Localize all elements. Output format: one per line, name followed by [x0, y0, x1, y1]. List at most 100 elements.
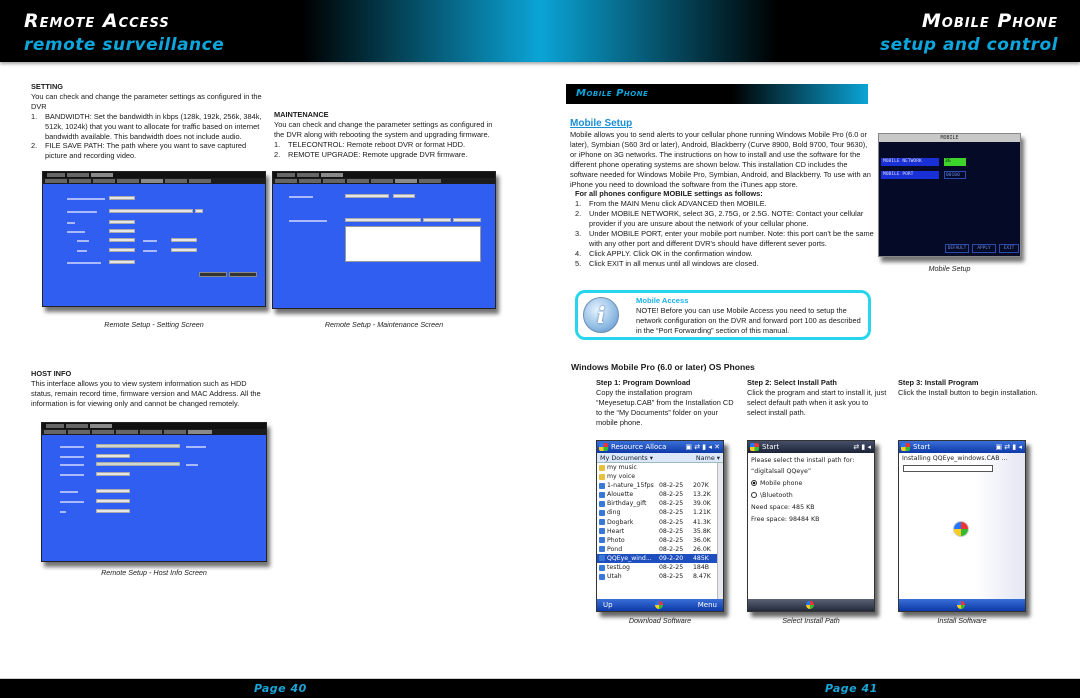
windows-flag-icon	[599, 443, 608, 451]
host-info-screenshot	[41, 422, 267, 562]
windows-flag-icon	[901, 443, 910, 451]
file-size: 184B	[693, 564, 710, 572]
host-info-intro: This interface allows you to view system…	[31, 378, 261, 408]
file-date: 08-2-25	[659, 500, 684, 508]
select-path-caption: Select Install Path	[782, 616, 840, 625]
host-info-caption: Remote Setup - Host Info Screen	[101, 568, 207, 577]
scrollbar	[717, 463, 723, 599]
mobile-config-heading: For all phones configure MOBILE settings…	[575, 189, 763, 199]
download-software-screenshot: Resource Alloca ▣ ⇄ ▮ ◂ ✕ My Documents ▾…	[596, 440, 724, 612]
file-icon	[599, 555, 605, 562]
mobile-network-label: MOBILE NETWORK	[881, 158, 939, 166]
file-icon	[599, 491, 605, 498]
list-item: 3. Under MOBILE PORT, enter your mobile p…	[575, 229, 874, 248]
file-icon	[599, 564, 605, 571]
host-info-section: HOST INFO This interface allows you to v…	[31, 369, 263, 409]
file-name: ding	[607, 509, 621, 517]
status-icons: ⇄ ▮ ◂	[853, 443, 871, 451]
file-list: my music my voice 1-nature_15fps 08-2-25 207…	[597, 463, 717, 581]
mobile-setup-title: Mobile Setup	[570, 118, 633, 129]
file-size: 35.8K	[693, 527, 711, 535]
file-row[interactable]: Heart 08-2-25 35.8K	[597, 527, 717, 536]
mobile-network-value: 3G	[944, 158, 966, 166]
file-size: 41.3K	[693, 518, 711, 526]
file-row[interactable]: 1-nature_15fps 08-2-25 207K	[597, 481, 717, 490]
file-date: 08-2-25	[659, 527, 684, 535]
folder-bar: My Documents ▾ Name ▾	[597, 453, 723, 463]
file-row[interactable]: Photo 08-2-25 36.0K	[597, 536, 717, 545]
file-row[interactable]: QQEye_wind... 09-2-20 485K	[597, 553, 717, 564]
host-info-heading: HOST INFO	[31, 369, 72, 378]
free-space: Free space: 98484 KB	[751, 516, 820, 523]
setting-intro: You can check and change the parameter s…	[31, 91, 262, 111]
list-item: 1. From the MAIN Menu click ADVANCED then…	[575, 199, 767, 209]
file-name: Dogbark	[607, 518, 634, 526]
file-date: 08-2-25	[659, 536, 684, 544]
left-page-subtitle: remote surveillance	[24, 35, 225, 55]
file-row[interactable]: Alouette 08-2-25 13.2K	[597, 490, 717, 499]
list-item: 4. Click APPLY. Click OK in the confirmat…	[575, 248, 753, 258]
file-icon	[599, 573, 605, 580]
windows-logo-icon	[953, 521, 969, 537]
mobile-setup-body: Mobile allows you to send alerts to your…	[570, 130, 874, 269]
file-row[interactable]: Birthday_gift 08-2-25 39.0K	[597, 499, 717, 508]
file-date: 08-2-25	[659, 545, 684, 553]
file-row[interactable]: my voice	[597, 472, 717, 481]
file-date: 09-2-20	[659, 554, 684, 562]
step-title: Step 1: Program Download	[596, 378, 691, 387]
select-install-path-screenshot: Start ⇄ ▮ ◂ Please select the install pa…	[747, 440, 875, 612]
file-size: 485K	[693, 554, 709, 562]
left-page-title: Remote Access	[24, 10, 170, 32]
left-page-number: Page 40	[254, 682, 307, 695]
info-icon: i	[583, 297, 619, 333]
maintenance-screenshot	[272, 171, 496, 309]
maintenance-heading: MAINTENANCE	[274, 110, 329, 119]
maintenance-section: MAINTENANCE You can check and change the…	[274, 110, 500, 160]
file-icon	[599, 519, 605, 526]
windows-orb-icon	[806, 601, 814, 609]
file-size: 207K	[693, 482, 709, 490]
file-name: testLog	[607, 564, 630, 572]
maintenance-caption: Remote Setup - Maintenance Screen	[324, 320, 444, 329]
file-icon	[599, 482, 605, 489]
setting-heading: SETTING	[31, 82, 64, 91]
mobile-phone-band: Mobile Phone	[566, 84, 868, 104]
radio-selected-icon	[751, 480, 757, 486]
step-text: Copy the installation program “Meyesetup…	[596, 387, 734, 427]
option-mobile-phone: Mobile phone	[751, 480, 802, 487]
mobile-setup-intro: Mobile allows you to send alerts to your…	[570, 130, 871, 189]
file-date: 08-2-25	[659, 491, 684, 499]
file-name: QQEye_wind...	[607, 554, 652, 562]
setting-screenshot	[42, 171, 266, 307]
list-item: 2. FILE SAVE PATH: The path where you wan…	[31, 141, 247, 161]
file-size: 39.0K	[693, 500, 711, 508]
step-2: Step 2: Select Install Path Click the pr…	[747, 378, 887, 418]
step-1: Step 1: Program Download Copy the instal…	[596, 378, 736, 428]
file-row[interactable]: ding 08-2-25 1.21K	[597, 508, 717, 517]
step-text: Click the program and start to install i…	[747, 387, 887, 417]
soft-key-bar	[899, 599, 1025, 611]
file-name: Pond	[607, 545, 623, 553]
file-icon	[599, 537, 605, 544]
install-software-screenshot: Start ▣ ⇄ ▮ ◂ Installing QQEye_windows.C…	[898, 440, 1026, 612]
need-space: Need space: 485 KB	[751, 504, 815, 511]
install-app-name: “digitalsall QQeye”	[751, 468, 812, 475]
page-header: Remote Access remote surveillance Mobile…	[0, 0, 1080, 62]
step-title: Step 3: Install Program	[898, 378, 979, 387]
file-row[interactable]: Pond 08-2-25 26.0K	[597, 545, 717, 554]
file-size: 13.2K	[693, 491, 711, 499]
file-size: 8.47K	[693, 573, 711, 581]
folder-icon	[599, 473, 605, 480]
file-row[interactable]: Dogbark 08-2-25 41.3K	[597, 518, 717, 527]
note-body: NOTE! Before you can use Mobile Access y…	[636, 306, 861, 335]
file-name: 1-nature_15fps	[607, 482, 654, 490]
mobile-port-value: 00100	[944, 171, 966, 179]
phone-title-bar: Resource Alloca ▣ ⇄ ▮ ◂ ✕	[597, 441, 723, 453]
file-name: my voice	[607, 473, 636, 481]
setting-section: SETTING You can check and change the par…	[31, 82, 263, 161]
file-row[interactable]: Utah 08-2-25 8.47K	[597, 572, 717, 581]
file-row[interactable]: testLog 08-2-25 184B	[597, 563, 717, 572]
file-icon	[599, 546, 605, 553]
list-item: 1. BANDWIDTH: Set the bandwidth in kbps (…	[31, 111, 262, 141]
file-row[interactable]: my music	[597, 463, 717, 472]
